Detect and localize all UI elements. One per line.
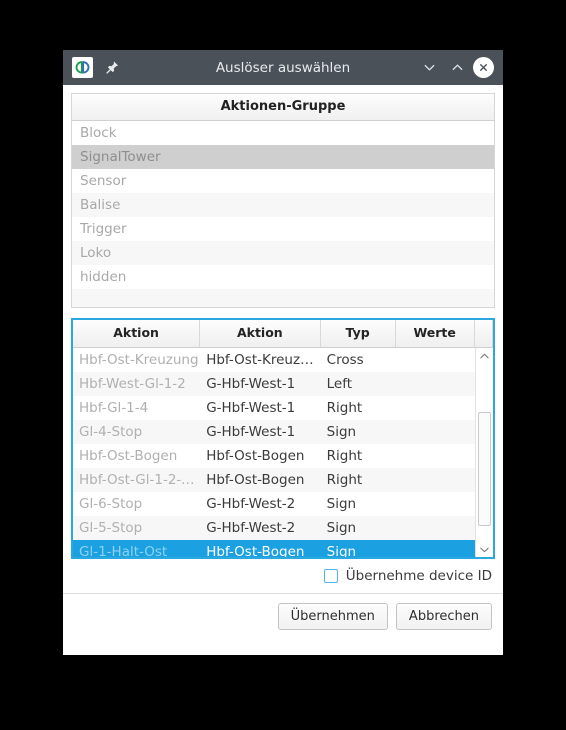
list-item[interactable]: Trigger bbox=[72, 217, 494, 241]
action-table-header: Aktion Aktion Typ Werte bbox=[73, 320, 493, 348]
pin-icon[interactable] bbox=[101, 57, 123, 79]
cell-typ: Left bbox=[326, 376, 353, 392]
cancel-button[interactable]: Abbrechen bbox=[395, 603, 492, 630]
table-row[interactable]: Hbf-West-Gl-1-2 G-Hbf-West-1 Left bbox=[73, 372, 475, 396]
window-controls bbox=[417, 56, 497, 80]
cell-aktion-2: Hbf-Ost-Kreuzung bbox=[206, 352, 321, 368]
cell-typ: Sign bbox=[326, 520, 357, 536]
cell-aktion-2: G-Hbf-West-2 bbox=[206, 520, 296, 536]
table-row[interactable]: Hbf-Ost-Bogen Hbf-Ost-Bogen Right bbox=[73, 444, 475, 468]
scroll-up-icon[interactable] bbox=[476, 348, 493, 364]
cell-aktion-2: G-Hbf-West-2 bbox=[206, 496, 296, 512]
cell-typ: Right bbox=[326, 448, 363, 464]
close-button[interactable] bbox=[473, 57, 494, 78]
cell-typ: Sign bbox=[326, 496, 357, 512]
table-row-selected[interactable]: Gl-1-Halt-Ost Hbf-Ost-Bogen Sign bbox=[73, 540, 475, 557]
device-id-option-row[interactable]: Übernehme device ID bbox=[71, 559, 495, 593]
cell-aktion-1: Gl-4-Stop bbox=[79, 424, 143, 440]
cell-werte bbox=[396, 444, 475, 468]
list-item[interactable]: Balise bbox=[72, 193, 494, 217]
list-item[interactable]: hidden bbox=[72, 265, 494, 289]
table-row[interactable]: Gl-4-Stop G-Hbf-West-1 Sign bbox=[73, 420, 475, 444]
action-group-list[interactable]: Block SignalTower Sensor Balise Trigger … bbox=[72, 121, 494, 307]
list-item[interactable]: Block bbox=[72, 121, 494, 145]
cell-aktion-2: G-Hbf-West-1 bbox=[206, 376, 296, 392]
cell-aktion-1: Gl-5-Stop bbox=[79, 520, 143, 536]
action-group-header: Aktionen-Gruppe bbox=[72, 94, 494, 121]
scrollbar-thumb[interactable] bbox=[478, 412, 491, 526]
action-table-body[interactable]: Hbf-Ost-Kreuzung Hbf-Ost-Kreuzung Cross … bbox=[73, 348, 475, 557]
list-item[interactable] bbox=[72, 289, 494, 307]
list-item[interactable]: Loko bbox=[72, 241, 494, 265]
dialog-body: Aktionen-Gruppe Block SignalTower Sensor… bbox=[63, 85, 503, 655]
cell-aktion-1: Hbf-Ost-Bogen bbox=[79, 448, 178, 464]
action-group-panel: Aktionen-Gruppe Block SignalTower Sensor… bbox=[71, 93, 495, 308]
cell-aktion-2: G-Hbf-West-1 bbox=[206, 400, 296, 416]
vertical-scrollbar[interactable] bbox=[475, 348, 493, 557]
cell-werte bbox=[396, 468, 475, 492]
cell-werte bbox=[396, 348, 475, 372]
list-item[interactable]: Sensor bbox=[72, 169, 494, 193]
table-row[interactable]: Gl-5-Stop G-Hbf-West-2 Sign bbox=[73, 516, 475, 540]
scrollbar-track[interactable] bbox=[476, 364, 493, 541]
minimize-button[interactable] bbox=[417, 56, 441, 80]
cell-werte bbox=[396, 516, 475, 540]
table-row[interactable]: Gl-6-Stop G-Hbf-West-2 Sign bbox=[73, 492, 475, 516]
cell-aktion-1: Hbf-West-Gl-1-2 bbox=[79, 376, 186, 392]
column-header-werte[interactable]: Werte bbox=[396, 320, 475, 347]
dialog-footer: Übernehmen Abbrechen bbox=[63, 593, 503, 639]
scroll-down-icon[interactable] bbox=[476, 541, 493, 557]
cell-werte bbox=[396, 396, 475, 420]
table-row[interactable]: Hbf-Ost-Kreuzung Hbf-Ost-Kreuzung Cross bbox=[73, 348, 475, 372]
cell-aktion-2: Hbf-Ost-Bogen bbox=[206, 472, 305, 488]
cell-typ: Sign bbox=[326, 424, 357, 440]
cell-werte bbox=[396, 492, 475, 516]
table-row[interactable]: Hbf-Ost-Gl-1-2-Au... Hbf-Ost-Bogen Right bbox=[73, 468, 475, 492]
list-item[interactable]: SignalTower bbox=[72, 145, 494, 169]
cell-typ: Right bbox=[326, 472, 363, 488]
cell-werte bbox=[396, 540, 475, 557]
column-header-typ[interactable]: Typ bbox=[321, 320, 396, 347]
device-id-label: Übernehme device ID bbox=[345, 568, 492, 584]
cell-aktion-1: Hbf-Gl-1-4 bbox=[79, 400, 149, 416]
action-table-wrap: Hbf-Ost-Kreuzung Hbf-Ost-Kreuzung Cross … bbox=[73, 348, 493, 557]
cell-aktion-1: Gl-6-Stop bbox=[79, 496, 143, 512]
cell-aktion-1: Gl-1-Halt-Ost bbox=[79, 544, 168, 557]
cell-werte bbox=[396, 420, 475, 444]
maximize-button[interactable] bbox=[445, 56, 469, 80]
column-header-aktion-1[interactable]: Aktion bbox=[73, 320, 201, 347]
cell-typ: Sign bbox=[326, 544, 357, 557]
cell-aktion-2: Hbf-Ost-Bogen bbox=[206, 448, 305, 464]
dialog-window: Auslöser auswählen Aktionen-Gruppe Block bbox=[63, 50, 503, 655]
cell-aktion-2: G-Hbf-West-1 bbox=[206, 424, 296, 440]
cell-typ: Cross bbox=[326, 352, 364, 368]
cb-logo-icon bbox=[72, 57, 93, 78]
table-row[interactable]: Hbf-Gl-1-4 G-Hbf-West-1 Right bbox=[73, 396, 475, 420]
cell-aktion-2: Hbf-Ost-Bogen bbox=[206, 544, 305, 557]
column-header-spacer bbox=[475, 320, 493, 347]
apply-button[interactable]: Übernehmen bbox=[277, 603, 388, 630]
cell-aktion-1: Hbf-Ost-Kreuzung bbox=[79, 352, 199, 368]
device-id-checkbox[interactable] bbox=[323, 569, 338, 583]
titlebar[interactable]: Auslöser auswählen bbox=[63, 50, 503, 85]
cell-werte bbox=[396, 372, 475, 396]
column-header-aktion-2[interactable]: Aktion bbox=[200, 320, 321, 347]
cell-typ: Right bbox=[326, 400, 363, 416]
action-table-panel: Aktion Aktion Typ Werte Hbf-Ost-Kreuzung… bbox=[71, 318, 495, 559]
cell-aktion-1: Hbf-Ost-Gl-1-2-Au... bbox=[79, 472, 201, 488]
